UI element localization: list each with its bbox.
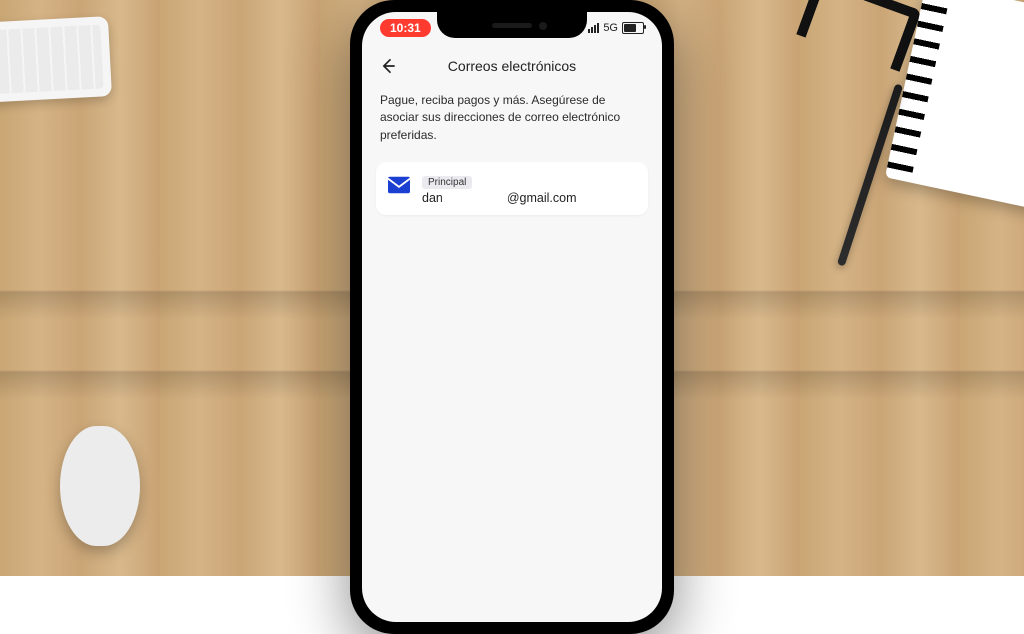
binder-clip-prop xyxy=(796,0,922,72)
arrow-left-icon xyxy=(378,56,398,76)
mail-icon xyxy=(388,176,410,194)
page-title: Correos electrónicos xyxy=(448,58,576,74)
cellular-signal-icon xyxy=(588,23,599,33)
keyboard-prop xyxy=(0,16,112,104)
app-content: Correos electrónicos Pague, reciba pagos… xyxy=(362,12,662,622)
status-bar: 10:31 5G xyxy=(362,16,662,40)
phone-frame: 10:31 5G Correos electrónicos Pague, rec… xyxy=(350,0,674,634)
email-redacted xyxy=(444,194,506,204)
email-item[interactable]: Principal dan @gmail.com xyxy=(376,162,648,215)
battery-icon xyxy=(622,22,644,34)
email-address: dan @gmail.com xyxy=(422,191,636,205)
back-button[interactable] xyxy=(376,54,400,78)
email-suffix: @gmail.com xyxy=(507,191,577,205)
desk-background: 10:31 5G Correos electrónicos Pague, rec… xyxy=(0,0,1024,576)
primary-badge: Principal xyxy=(422,176,472,189)
network-label: 5G xyxy=(603,22,618,34)
mouse-prop xyxy=(60,426,140,546)
phone-screen: 10:31 5G Correos electrónicos Pague, rec… xyxy=(362,12,662,622)
email-prefix: dan xyxy=(422,191,443,205)
page-description: Pague, reciba pagos y más. Asegúrese de … xyxy=(362,86,662,158)
status-time-pill[interactable]: 10:31 xyxy=(380,19,431,37)
app-header: Correos electrónicos xyxy=(362,46,662,86)
